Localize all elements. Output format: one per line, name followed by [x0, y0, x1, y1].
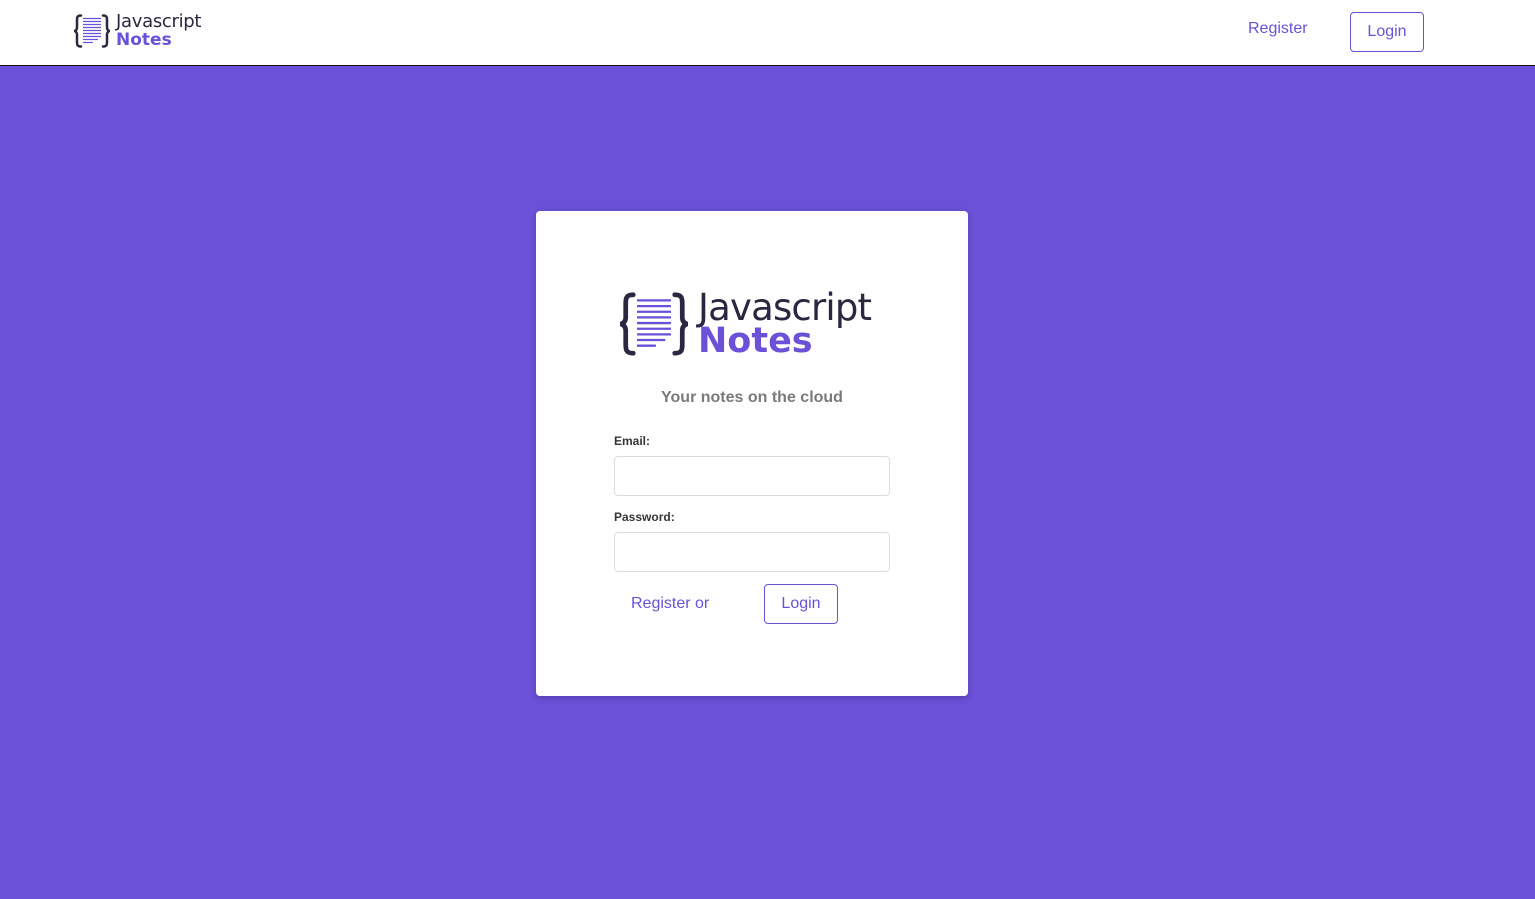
- register-link[interactable]: Register or: [631, 595, 709, 613]
- logo-wordmark-javascript: Javascript: [116, 11, 202, 32]
- email-label: Email:: [614, 434, 651, 448]
- logo-wordmark-notes: Notes: [116, 30, 172, 50]
- password-field[interactable]: [614, 532, 890, 572]
- login-button[interactable]: Login: [764, 584, 838, 624]
- top-navbar: Javascript Notes Register Login: [0, 0, 1535, 66]
- notes-braces-icon: [620, 292, 688, 356]
- tagline: Your notes on the cloud: [661, 389, 843, 406]
- navbar-logo-text: Javascript Notes: [116, 13, 201, 49]
- email-field[interactable]: [614, 456, 890, 496]
- login-card: Javascript Notes Your notes on the cloud…: [536, 211, 968, 696]
- notes-braces-icon: [74, 14, 110, 48]
- password-label: Password:: [614, 510, 675, 524]
- navbar-register-link[interactable]: Register: [1248, 20, 1308, 38]
- navbar-login-button[interactable]: Login: [1350, 12, 1424, 52]
- card-logo: Javascript Notes: [620, 289, 872, 361]
- card-logo-text: Javascript Notes: [698, 289, 872, 361]
- logo-wordmark-notes: Notes: [698, 321, 813, 361]
- navbar-logo[interactable]: Javascript Notes: [74, 13, 201, 49]
